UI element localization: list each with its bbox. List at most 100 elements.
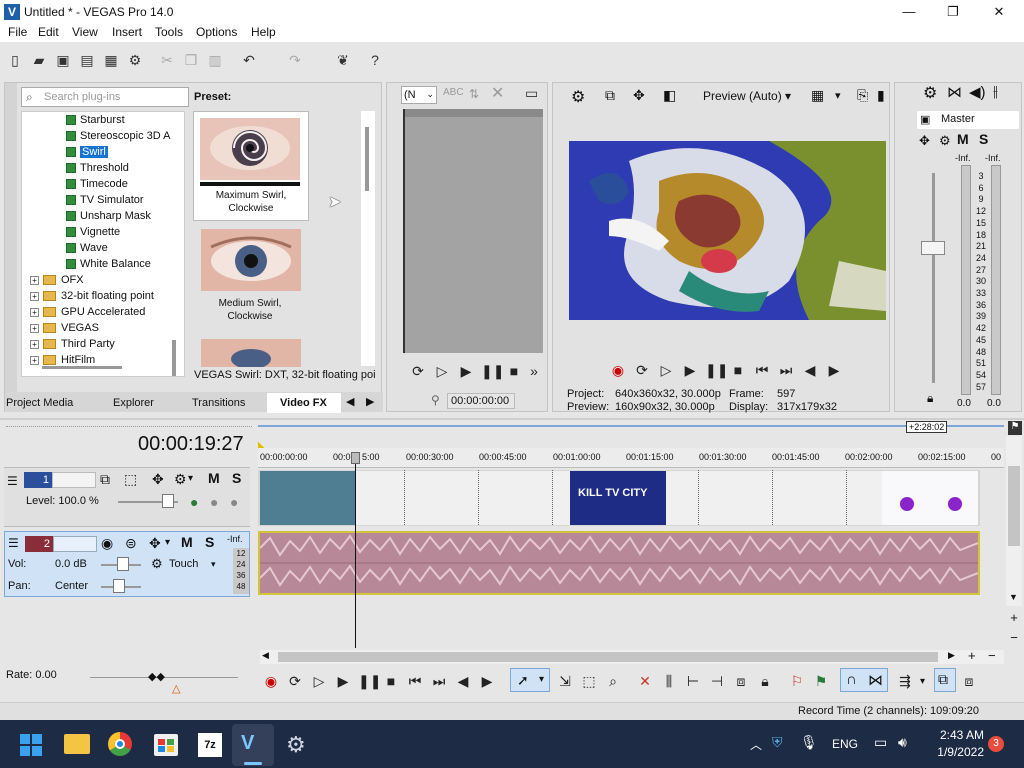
scroll-left-icon[interactable]: ◀ [262,650,269,661]
play-from-start-icon[interactable]: ▷ [433,362,451,380]
audio-track-header[interactable]: ☰ 2 ◉ ⊜ ✥ ▾ M S -Inf. Vol: 0.0 dB ⚙ Touc… [4,531,250,597]
spread-icon[interactable]: ⇅ [469,87,479,101]
expand-icon[interactable]: + [30,275,39,285]
chrome-icon[interactable] [108,732,132,756]
display-icon[interactable]: ▭ [874,734,887,751]
record-icon[interactable]: ◉ [609,361,627,379]
paste-icon[interactable]: ▥ [206,51,224,69]
grid-overlay-icon[interactable]: ▦ [811,87,824,104]
tree-item-timecode[interactable]: Timecode [66,176,128,192]
tree-folder-gpu[interactable]: + GPU Accelerated [30,304,145,320]
language-indicator[interactable]: ENG [832,737,858,751]
pause-icon[interactable]: ❚❚ [705,361,728,379]
minimize-button[interactable]: — [894,2,924,22]
chevron-down-icon[interactable]: ▾ [920,676,925,687]
downmix-icon[interactable]: ⋈ [947,83,962,101]
tab-video-fx[interactable]: Video FX [280,395,327,411]
automation-gear-icon[interactable]: ⚙ [151,556,163,572]
menu-file[interactable]: File [8,25,27,39]
menu-tools[interactable]: Tools [155,25,183,39]
copy-icon[interactable]: ❐ [182,51,200,69]
play-icon[interactable]: ▶ [681,361,699,379]
new-file-icon[interactable]: ▯ [6,51,24,69]
go-to-end-icon[interactable]: ⏭ [430,672,448,690]
tree-h-scrollbar[interactable] [42,366,122,369]
chevron-down-icon[interactable]: ▾ [165,537,170,548]
video-clip-purple-dots[interactable] [882,471,978,525]
cut-icon[interactable]: ✂ [158,51,176,69]
tree-item-unsharp-mask[interactable]: Unsharp Mask [66,208,151,224]
pan-slider-handle[interactable] [113,579,125,593]
windows-start-icon[interactable] [20,734,42,756]
settings-gear-icon[interactable]: ⚙ [286,732,306,758]
previous-frame-icon[interactable]: ◀ [801,361,819,379]
store-icon[interactable] [154,734,178,756]
chevron-down-icon[interactable]: ▾ [188,473,193,484]
preview-quality-dropdown[interactable]: Preview (Auto) ▾ [703,89,791,103]
arm-record-icon[interactable]: ◉ [101,535,113,552]
tab-scroll-right-icon[interactable]: ▶ [366,395,374,408]
trim-end-icon[interactable]: ⊣ [708,672,726,690]
parent-composite-icon[interactable]: ● [190,494,198,510]
expand-icon[interactable]: + [30,339,39,349]
audio-solo-button[interactable]: S [205,534,214,550]
go-to-start-icon[interactable]: ⏮ [406,672,424,690]
go-to-end-icon[interactable]: ⏭ [777,361,795,379]
file-explorer-icon[interactable] [64,734,90,754]
play-icon[interactable]: ▶ [457,362,475,380]
scroll-right-icon[interactable]: ▶ [948,650,955,661]
timeline-divider[interactable] [0,418,1024,420]
chevron-down-icon[interactable]: ▾ [835,89,841,102]
spell-icon[interactable]: ABC [443,87,464,98]
lock-envelope-icon[interactable]: 🔒︎ [756,672,774,690]
tree-item-starburst[interactable]: Starburst [66,112,125,128]
maximize-button[interactable]: ❐ [938,2,968,22]
expand-icon[interactable]: + [30,307,39,317]
delete-icon[interactable]: ✕ [636,672,654,690]
trimmer-dropdown[interactable]: (N ⌄ [401,86,437,104]
marker-flag-icon[interactable]: ⚑ [1008,421,1022,435]
tree-item-vignette[interactable]: Vignette [66,224,120,240]
playhead-cursor[interactable] [355,452,356,648]
snapping-magnet-icon[interactable]: ∩ [846,671,857,688]
tab-scroll-left-icon[interactable]: ◀ [346,395,354,408]
plugin-manager-icon[interactable]: ❦ [334,51,352,69]
tree-folder-third-party[interactable]: + Third Party [30,336,115,352]
scroll-down-icon[interactable]: ▼ [1009,592,1018,602]
expand-icon[interactable]: + [30,323,39,333]
trim-start-icon[interactable]: ⊢ [684,672,702,690]
zoom-out-vertical-icon[interactable]: − [1006,630,1022,645]
redo-icon[interactable]: ↷ [286,51,304,69]
master-fader-handle[interactable] [921,241,945,255]
volume-icon[interactable]: 🔊︎ [898,734,907,751]
master-mute-button[interactable]: M [957,131,969,147]
open-folder-icon[interactable]: ▰ [30,51,48,69]
playhead-handle[interactable] [351,452,360,464]
vegas-taskbar-button[interactable]: V [232,724,274,766]
normal-edit-tool[interactable]: ➚ ▾ [510,668,550,692]
vol-slider-handle[interactable] [117,557,129,571]
preset-scroll-thumb[interactable] [365,127,369,191]
next-frame-icon[interactable]: ▶ [478,672,496,690]
expand-icon[interactable]: + [30,355,39,365]
tree-item-swirl[interactable]: Swirl [66,144,108,160]
7zip-icon[interactable]: 7z [198,733,222,757]
loop-icon[interactable]: ⟳ [633,361,651,379]
pause-icon[interactable]: ❚❚ [358,672,381,690]
trim-icon[interactable]: ⫼ [660,672,678,690]
play-icon[interactable]: ▶ [334,672,352,690]
video-mute-button[interactable]: M [208,470,220,486]
clock-time[interactable]: 2:43 AM [932,728,984,742]
master-settings-gear-icon[interactable]: ⚙ [923,83,937,103]
video-clip-logo[interactable]: KILL TV CITY [570,471,666,525]
lock-icon[interactable]: 🔒︎ [927,391,933,406]
track-motion-icon[interactable]: ⧉ [100,471,110,488]
pause-icon[interactable]: ❚❚ [481,362,504,380]
menu-insert[interactable]: Insert [112,25,142,39]
lock-edit-icon[interactable]: ⧈ [960,672,978,690]
mixer-icon[interactable]: ⫲ [993,83,998,100]
video-track-header[interactable]: ☰ 1 ⧉ ⬚ ✥ ⚙ ▾ M S Level: 100.0 % ● ● ● [4,467,250,527]
chevron-down-icon[interactable]: ▾ [211,559,216,570]
invert-phase-icon[interactable]: ⊜ [125,535,137,552]
tree-item-threshold[interactable]: Threshold [66,160,129,176]
